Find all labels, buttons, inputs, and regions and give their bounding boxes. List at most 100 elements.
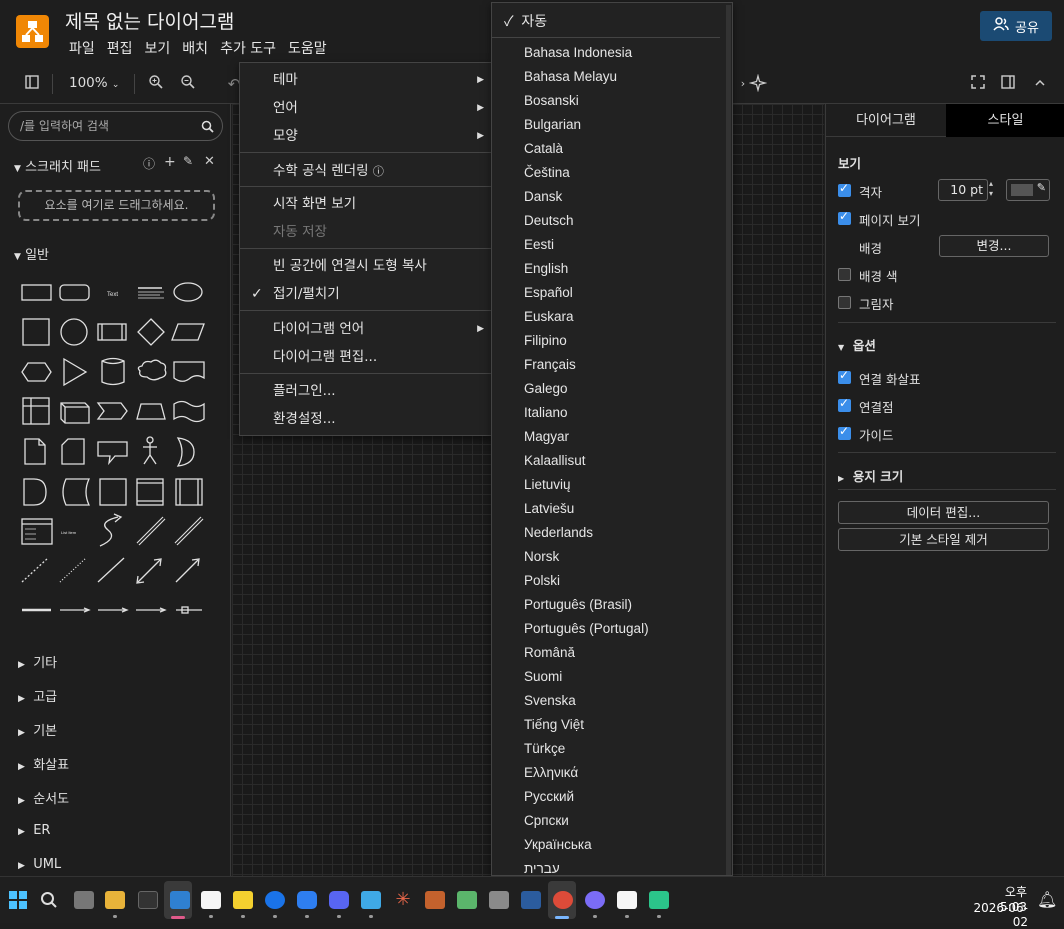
language-item[interactable]: Bahasa Melayu (524, 69, 617, 84)
language-item[interactable]: Galego (524, 381, 568, 396)
section-arrows[interactable]: ▶ 화살표 (18, 754, 69, 773)
language-item[interactable]: Bosanski (524, 93, 579, 108)
menu-item-collapse-expand[interactable]: ✓ 접기/펼치기 (240, 280, 492, 308)
shadow-checkbox[interactable] (838, 296, 851, 309)
format-panel-toggle-icon[interactable] (998, 74, 1018, 94)
app-icon[interactable] (297, 891, 317, 909)
scratchpad-header[interactable]: ▼ 스크래치 패드 (14, 156, 101, 175)
windows-start-icon[interactable] (9, 891, 27, 909)
section-misc[interactable]: ▶ 기타 (18, 652, 57, 671)
shape-search-input[interactable]: /를 입력하여 검색 (8, 111, 223, 141)
pycharm-icon[interactable] (649, 891, 669, 909)
guides-checkbox[interactable] (838, 424, 851, 440)
section-advanced[interactable]: ▶ 고급 (18, 686, 57, 705)
language-item[interactable]: Српски (524, 813, 569, 828)
drawio-logo-icon[interactable] (16, 15, 49, 48)
file-explorer-icon[interactable] (105, 891, 125, 909)
language-item[interactable]: Bahasa Indonesia (524, 45, 632, 60)
language-item[interactable]: Kalaallisut (524, 453, 586, 468)
connection-points-checkbox[interactable] (838, 396, 851, 412)
sidebar-toggle-icon[interactable] (22, 74, 42, 94)
task-view-icon[interactable] (74, 891, 94, 909)
close-icon[interactable]: ✕ (204, 154, 215, 169)
language-item[interactable]: Lietuvių (524, 477, 571, 492)
menu-item-plugins[interactable]: 플러그인... (240, 377, 492, 405)
menu-help[interactable]: 도움말 (282, 38, 333, 58)
notion-icon[interactable] (201, 891, 221, 909)
menu-item-show-start-screen[interactable]: 시작 화면 보기 (240, 190, 492, 218)
language-item[interactable]: Português (Brasil) (524, 597, 632, 612)
language-item[interactable]: Türkçe (524, 741, 565, 756)
language-item[interactable]: Українська (524, 837, 592, 852)
grid-color-picker[interactable]: ✎ (1006, 179, 1050, 201)
share-button[interactable]: 공유 (980, 11, 1052, 41)
menu-item-appearance[interactable]: 모양 ▶ (240, 122, 492, 150)
language-item[interactable]: Italiano (524, 405, 568, 420)
app-icon[interactable] (425, 891, 445, 909)
menu-arrange[interactable]: 배치 (176, 38, 214, 58)
language-item[interactable]: Filipino (524, 333, 567, 348)
language-item[interactable]: Русский (524, 789, 574, 804)
notepad-icon[interactable] (361, 891, 381, 909)
language-item[interactable]: Euskara (524, 309, 574, 324)
clock-date[interactable]: 2026-06-02 (960, 901, 1028, 929)
app-icon[interactable] (457, 891, 477, 909)
menu-item-math[interactable]: 수학 공식 렌더링 ⓘ (240, 157, 492, 185)
search-icon[interactable] (40, 891, 60, 909)
sticky-notes-icon[interactable] (233, 891, 253, 909)
claude-icon[interactable]: ✳ (393, 891, 413, 909)
menu-item-preferences[interactable]: 환경설정... (240, 405, 492, 433)
background-color-checkbox[interactable] (838, 268, 851, 281)
language-item[interactable]: English (524, 261, 568, 276)
language-item[interactable]: Español (524, 285, 573, 300)
language-item[interactable]: עברית (524, 861, 560, 875)
language-item[interactable]: Svenska (524, 693, 576, 708)
collapse-up-icon[interactable] (1030, 74, 1050, 94)
sparkle-icon[interactable] (748, 73, 768, 94)
vscode-icon[interactable] (170, 891, 190, 909)
language-item[interactable]: Ελληνικά (524, 765, 578, 780)
language-item[interactable]: Suomi (524, 669, 562, 684)
language-item[interactable]: Tiếng Việt (524, 717, 584, 732)
menu-item-diagram-language[interactable]: 다이어그램 언어 ▶ (240, 315, 492, 343)
notification-icon[interactable]: 🔔︎ (1037, 890, 1057, 909)
app-icon[interactable] (138, 891, 158, 909)
edit-icon[interactable]: ✎ (183, 154, 193, 168)
language-item[interactable]: Eesti (524, 237, 554, 252)
general-shapes-palette[interactable]: Text List Item (14, 276, 224, 626)
menu-item-edit-diagram[interactable]: 다이어그램 편집... (240, 343, 492, 371)
chrome-icon[interactable] (553, 891, 573, 909)
options-section-header[interactable]: ▼ 옵션 (838, 335, 876, 354)
general-header[interactable]: ▼ 일반 (14, 244, 49, 263)
language-item[interactable]: Norsk (524, 549, 559, 564)
grid-size-input[interactable]: 10 pt (938, 179, 988, 201)
grid-size-stepper[interactable]: ▴ ▾ (989, 179, 993, 199)
page-view-checkbox[interactable] (838, 209, 851, 225)
edit-data-button[interactable]: 데이터 편집... (838, 501, 1049, 524)
zoom-in-icon[interactable] (146, 74, 166, 94)
change-background-button[interactable]: 변경... (939, 235, 1049, 257)
language-item[interactable]: Français (524, 357, 576, 372)
clear-default-style-button[interactable]: 기본 스타일 제거 (838, 528, 1049, 551)
section-er[interactable]: ▶ ER (18, 823, 50, 838)
app-icon[interactable] (521, 891, 541, 909)
add-icon[interactable]: + (164, 154, 176, 170)
fullscreen-icon[interactable] (968, 74, 988, 94)
language-item[interactable]: Română (524, 645, 575, 660)
language-item[interactable]: Čeština (524, 165, 570, 180)
discord-icon[interactable] (329, 891, 349, 909)
language-item-auto[interactable]: ✓ 자동 (504, 11, 547, 31)
tab-diagram[interactable]: 다이어그램 (826, 104, 946, 137)
diagram-title[interactable]: 제목 없는 다이어그램 (65, 7, 234, 34)
app-icon[interactable] (617, 891, 637, 909)
app-icon[interactable] (585, 891, 605, 909)
language-item[interactable]: Deutsch (524, 213, 574, 228)
language-item[interactable]: Latviešu (524, 501, 574, 516)
section-uml[interactable]: ▶ UML (18, 857, 61, 872)
menu-item-language[interactable]: 언어 ▶ (240, 94, 492, 122)
tab-style[interactable]: 스타일 (946, 104, 1064, 137)
scrollbar[interactable] (726, 5, 731, 875)
menu-edit[interactable]: 편집 (101, 38, 139, 58)
section-basic[interactable]: ▶ 기본 (18, 720, 57, 739)
language-item[interactable]: Català (524, 141, 563, 156)
